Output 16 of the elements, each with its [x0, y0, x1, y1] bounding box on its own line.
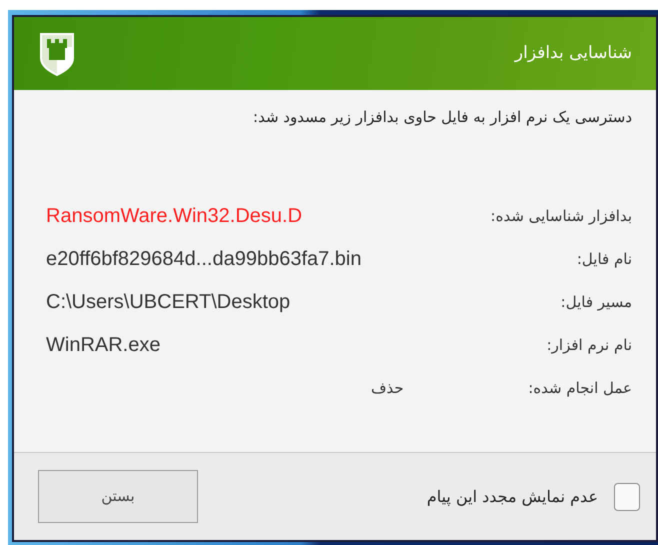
window-title: شناسایی بدافزار	[514, 42, 632, 65]
shield-logo-icon	[38, 31, 76, 76]
malware-name: RansomWare.Win32.Desu.D	[46, 204, 302, 229]
dont-show-checkbox[interactable]	[614, 482, 640, 510]
field-label: نام نرم افزار:	[546, 334, 632, 356]
field-label: بدافزار شناسایی شده:	[490, 206, 632, 227]
blocked-message: دسترسی یک نرم افزار به فایل حاوی بدافزار زیر مسدود شد:	[253, 107, 632, 128]
field-value: e20ff6bf829684d...da99bb63fa7.bin	[46, 247, 362, 272]
action-value: حذف	[371, 378, 404, 399]
field-label: عمل انجام شده:	[528, 378, 632, 399]
field-value: C:\Users\UBCERT\Desktop	[46, 290, 290, 315]
checkbox-label: عدم نمایش مجدد این پیام	[426, 486, 598, 508]
close-button[interactable]: بستن	[38, 470, 198, 523]
field-value: WinRAR.exe	[46, 333, 160, 358]
field-label: مسیر فایل:	[560, 292, 632, 313]
field-label: نام فایل:	[576, 248, 632, 270]
